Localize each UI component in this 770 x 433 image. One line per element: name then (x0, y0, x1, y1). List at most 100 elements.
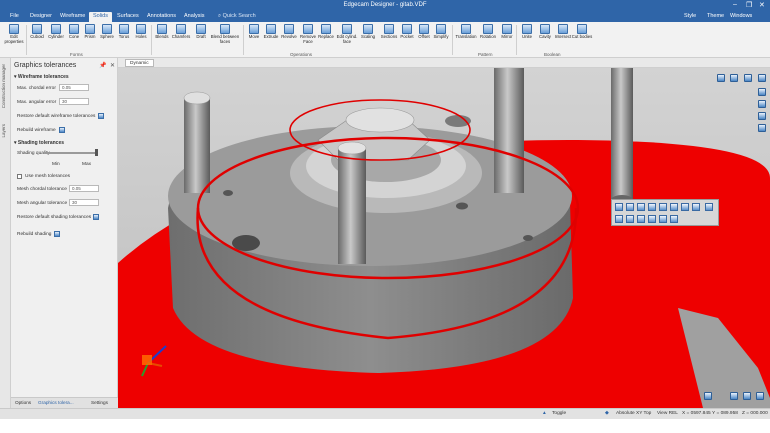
graphics-tolerances-tab[interactable]: Graphics tolera... (38, 400, 74, 405)
style-menu[interactable]: Style (684, 13, 696, 19)
zoom-icon[interactable] (730, 74, 738, 82)
layers-tab[interactable]: Layers (1, 124, 6, 138)
coordinate-z: Z = 000.000 (742, 411, 768, 416)
fit-icon[interactable] (758, 124, 766, 132)
tab-file[interactable]: File (6, 12, 23, 22)
windows-menu[interactable]: Windows (730, 13, 752, 19)
bottom-view-icon[interactable] (670, 215, 678, 223)
toggle-button[interactable]: Toggle (552, 411, 566, 416)
view-cube-icon[interactable] (717, 74, 725, 82)
measure-icon[interactable] (659, 203, 667, 211)
maximize-view-icon[interactable] (758, 74, 766, 82)
bolt-hole (456, 202, 468, 210)
mesh-chordal-input[interactable]: 0.05 (69, 185, 99, 192)
panel-close-icon[interactable]: ✕ (110, 62, 115, 69)
close-button[interactable]: ✕ (759, 1, 765, 9)
slider-max-label: Max (82, 162, 92, 167)
iso-view-icon[interactable] (615, 215, 623, 223)
cylinder-face-icon[interactable] (681, 203, 689, 211)
mesh-angular-input[interactable]: 30 (69, 199, 99, 206)
tab-wireframe[interactable]: Wireframe (56, 12, 89, 22)
view-tab-dynamic[interactable]: Dynamic (125, 59, 154, 67)
fit-all-icon[interactable] (704, 392, 712, 400)
simplify-button[interactable]: Simplify (430, 24, 452, 40)
slider-min-label: Min (52, 162, 60, 167)
shading-quality-slider-handle[interactable] (95, 149, 98, 156)
left-view-icon[interactable] (659, 215, 667, 223)
model-canvas (118, 68, 770, 408)
wireframe-section-header[interactable]: ▾ Wireframe tolerances (14, 74, 69, 80)
wireframe-section-title: Wireframe tolerances (17, 74, 69, 80)
pocket-icon (402, 24, 412, 34)
rotate-icon[interactable] (758, 112, 766, 120)
window-icon[interactable] (744, 74, 752, 82)
restore-button[interactable]: ❐ (746, 1, 752, 9)
move-icon (249, 24, 259, 34)
cut-bodies-button[interactable]: Cut bodies (571, 24, 593, 40)
blend-between-faces-button[interactable]: Blend between faces (208, 24, 242, 44)
mirror-button[interactable]: Mirror (496, 24, 518, 40)
quick-search-placeholder: Quick Search (222, 13, 256, 19)
shading-section-header[interactable]: ▾ Shading tolerances (14, 140, 64, 146)
select-body-icon[interactable] (615, 203, 623, 211)
quick-search-input[interactable]: ⌕ Quick Search (218, 13, 256, 20)
group-boolean-label: Boolean (544, 52, 561, 57)
mirror-label: Mirror (501, 34, 513, 39)
rebuild-shading-button[interactable] (54, 231, 60, 237)
view-mode[interactable]: View REL (657, 411, 678, 416)
tab-designer[interactable]: Designer (26, 12, 56, 22)
sketch-icon[interactable] (743, 392, 751, 400)
top-view-icon[interactable] (637, 215, 645, 223)
settings-icon[interactable] (692, 203, 700, 211)
settings-tab[interactable]: Settings (91, 400, 108, 405)
right-view-icon[interactable] (648, 215, 656, 223)
cursor-icon[interactable] (730, 392, 738, 400)
scaling-button[interactable]: Scaling (357, 24, 379, 40)
bolt-hole (232, 235, 260, 251)
shading-icon[interactable] (758, 88, 766, 96)
chamfers-button[interactable]: Chamfers (170, 24, 192, 40)
max-angular-error-input[interactable]: 30 (59, 98, 89, 105)
translation-icon (461, 24, 471, 34)
theme-menu[interactable]: Theme (707, 13, 724, 19)
shading-quality-slider[interactable] (45, 152, 97, 154)
tab-analysis[interactable]: Analysis (180, 12, 208, 22)
hole-icon[interactable] (670, 203, 678, 211)
graphics-viewport[interactable] (118, 68, 770, 408)
minimize-button[interactable]: – (733, 1, 737, 8)
restore-shading-button[interactable] (93, 214, 99, 220)
front-view-icon[interactable] (626, 215, 634, 223)
use-mesh-checkbox[interactable] (17, 174, 22, 179)
tool-icon[interactable] (756, 392, 764, 400)
tab-surfaces[interactable]: Surfaces (113, 12, 143, 22)
max-chordal-error-input[interactable]: 0.05 (59, 84, 89, 91)
blends-icon (157, 24, 167, 34)
edit-properties-button[interactable]: Edit properties (3, 24, 25, 44)
pin-icon[interactable]: 📌 (99, 62, 106, 69)
coordinate-system[interactable]: Absolute XY Top (616, 411, 651, 416)
edit-properties-label: Edit properties (4, 34, 24, 44)
prism-icon (85, 24, 95, 34)
group-forms-label: Forms (70, 52, 83, 57)
max-angular-error-label: Max. angular error (17, 100, 57, 105)
cylinder-icon (51, 24, 61, 34)
offset-icon (419, 24, 429, 34)
options-tab[interactable]: Options (15, 400, 31, 405)
restore-shading-label: Restore default shading tolerances (17, 215, 92, 220)
translation-button[interactable]: Translation (453, 24, 479, 40)
pan-icon[interactable] (758, 100, 766, 108)
construction-manager-tab[interactable]: Construction manager (1, 64, 6, 108)
rebuild-wireframe-button[interactable] (59, 127, 65, 133)
pencil-icon[interactable] (648, 203, 656, 211)
tab-solids[interactable]: Solids (89, 12, 112, 22)
blend-between-faces-label: Blend between faces (210, 34, 240, 44)
select-face-icon[interactable] (626, 203, 634, 211)
toggle-icon[interactable]: ▲ (542, 411, 547, 416)
tab-annotations[interactable]: Annotations (143, 12, 180, 22)
extrude-icon (266, 24, 276, 34)
status-bar: ▲ Toggle ◆ Absolute XY Top View REL X = … (0, 408, 770, 419)
restore-wireframe-button[interactable] (98, 113, 104, 119)
select-edge-icon[interactable] (637, 203, 645, 211)
holes-button[interactable]: Holes (130, 24, 152, 40)
toolbar-menu-icon[interactable] (705, 203, 713, 211)
